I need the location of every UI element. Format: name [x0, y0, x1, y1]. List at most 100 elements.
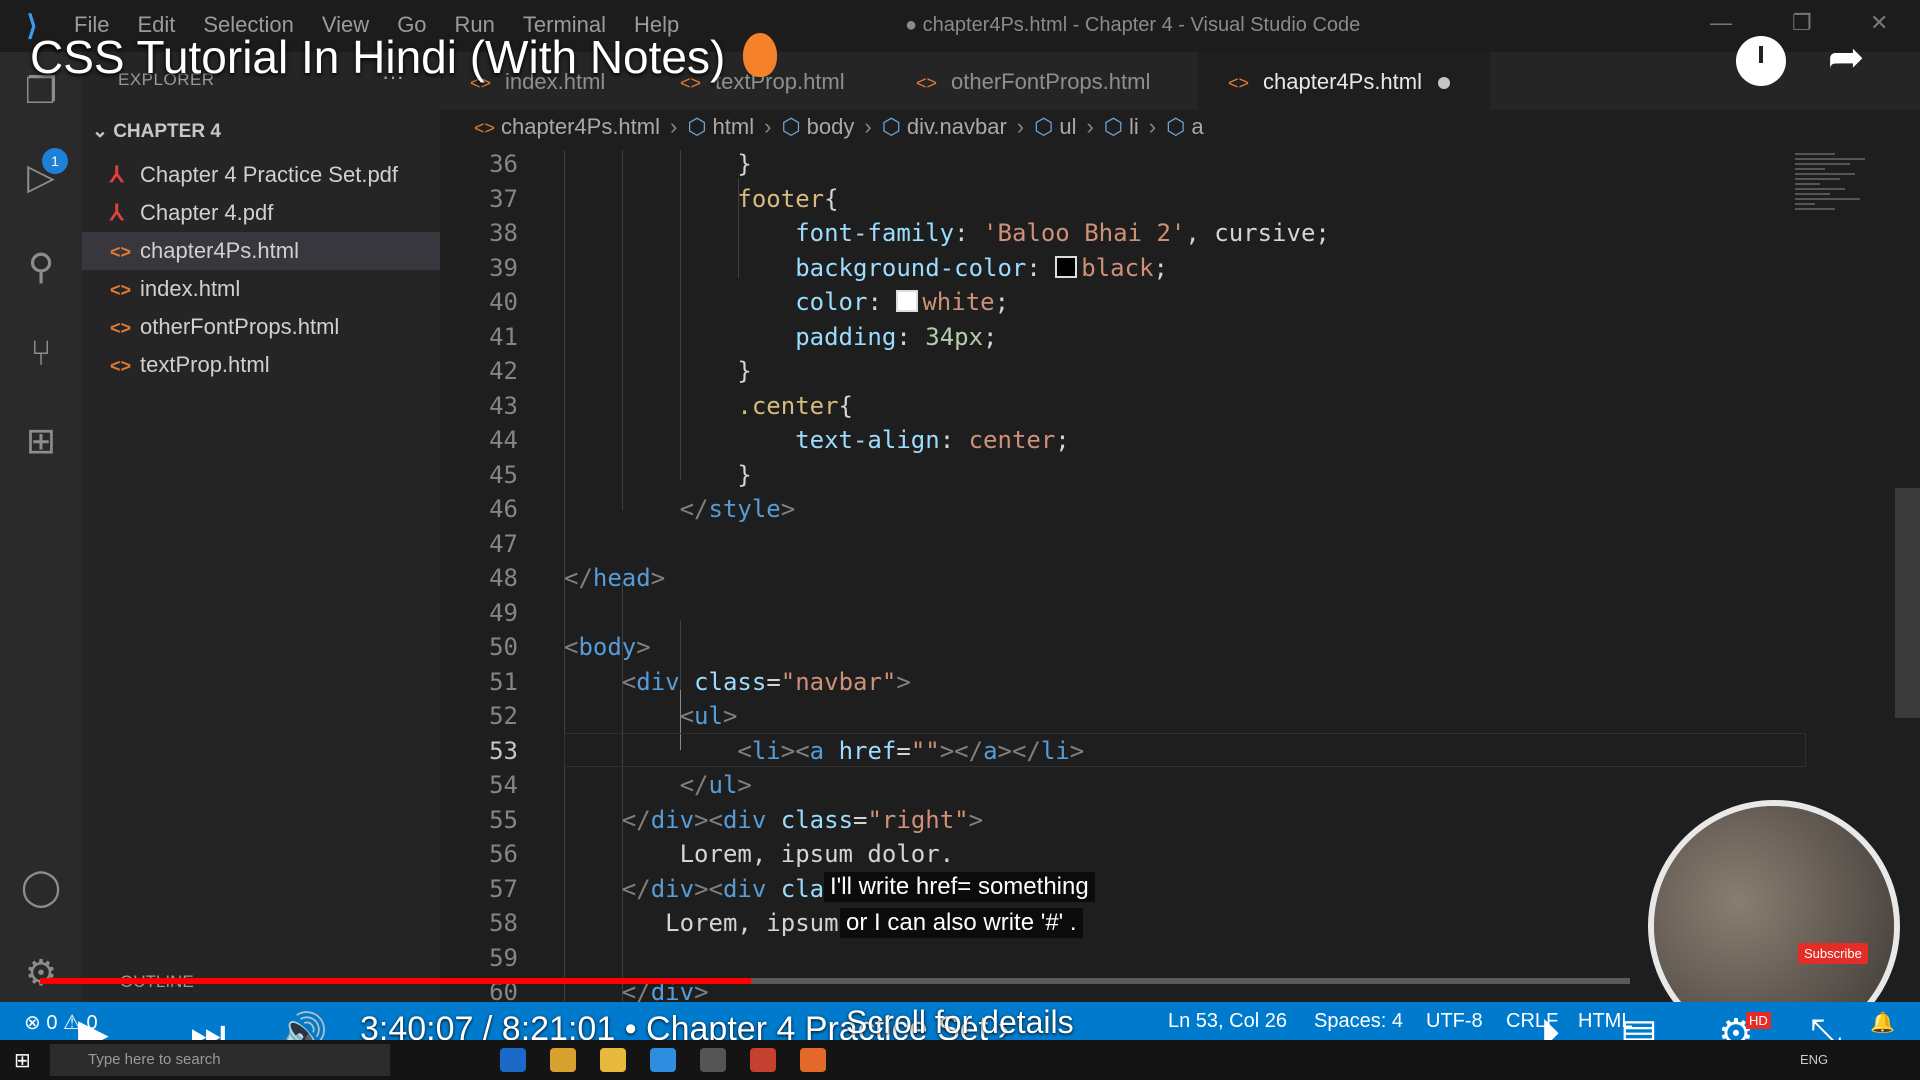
- code-line: <div class="navbar">: [621, 667, 911, 696]
- line-number: 56: [489, 840, 518, 868]
- language-indicator[interactable]: ENG: [1800, 1052, 1828, 1067]
- breadcrumb-item[interactable]: html: [713, 114, 755, 139]
- notifications-bell-icon[interactable]: 🔔: [1870, 1010, 1895, 1035]
- color-swatch-black-icon[interactable]: [1055, 255, 1078, 278]
- line-number: 58: [489, 909, 518, 937]
- minimize-icon[interactable]: —: [1710, 10, 1732, 36]
- share-icon[interactable]: ➦: [1820, 32, 1872, 84]
- file-explorer-icon[interactable]: [600, 1048, 626, 1072]
- taskbar-search[interactable]: Type here to search: [50, 1044, 390, 1076]
- html-icon: <>: [916, 73, 938, 93]
- settings-gear-icon[interactable]: ⚙: [18, 950, 64, 996]
- html-icon: <>: [110, 242, 132, 262]
- chevron-right-icon: ›: [1148, 114, 1157, 139]
- html-icon: <>: [1228, 73, 1250, 93]
- breadcrumb-item[interactable]: a: [1191, 114, 1203, 139]
- line-number: 43: [489, 391, 518, 420]
- line-number: 51: [489, 667, 518, 696]
- folder-label: CHAPTER 4: [113, 121, 221, 142]
- subscribe-badge[interactable]: Subscribe: [1798, 943, 1868, 964]
- line-number: 55: [489, 805, 518, 834]
- watch-later-icon[interactable]: [1736, 36, 1786, 86]
- breadcrumb-item[interactable]: chapter4Ps.html: [501, 114, 660, 139]
- code-line: .center{: [737, 391, 853, 420]
- html-icon: <>: [474, 118, 496, 138]
- breadcrumb-item[interactable]: li: [1129, 114, 1139, 139]
- file-item-active[interactable]: <> chapter4Ps.html: [82, 232, 440, 270]
- code-line: </ul>: [679, 771, 752, 799]
- element-icon: ⬡: [1166, 114, 1186, 139]
- caption-line-1: I'll write href= something: [824, 872, 1095, 902]
- progress-played: [40, 978, 751, 984]
- code-line: font-family: 'Baloo Bhai 2', cursive;: [795, 219, 1330, 247]
- video-title[interactable]: CSS Tutorial In Hindi (With Notes): [30, 30, 778, 84]
- vscode-taskbar-icon[interactable]: [650, 1048, 676, 1072]
- code-line: Lorem, ipsum dolor.: [679, 840, 955, 868]
- line-number: 45: [489, 460, 518, 489]
- tab-chapter4ps-html[interactable]: <> chapter4Ps.html: [1198, 52, 1490, 110]
- edge-icon[interactable]: [500, 1048, 526, 1072]
- unsaved-dot-icon[interactable]: [1438, 77, 1450, 90]
- restore-icon[interactable]: ❐: [1792, 10, 1812, 36]
- app-icon[interactable]: [700, 1048, 726, 1072]
- source-control-icon[interactable]: ⑂: [18, 330, 64, 376]
- windows-taskbar: ⊞ Type here to search ENG: [0, 1040, 1920, 1080]
- line-number: 57: [489, 874, 518, 903]
- close-icon[interactable]: ✕: [1870, 10, 1888, 36]
- code-line: footer{: [737, 184, 839, 213]
- chevron-right-icon: ›: [1016, 114, 1025, 139]
- search-icon[interactable]: ⚲: [18, 244, 64, 290]
- line-number: 54: [489, 771, 518, 799]
- pdf-icon: ⅄: [110, 200, 124, 225]
- line-number: 37: [489, 184, 518, 213]
- run-debug-icon[interactable]: ▷: [18, 154, 64, 200]
- code-line-current: <li><a href=""></a></li>: [737, 736, 1085, 765]
- chevron-right-icon: ›: [1086, 114, 1094, 139]
- account-icon[interactable]: ◯: [18, 864, 64, 910]
- chevron-right-icon: ›: [670, 114, 678, 139]
- code-line: }: [737, 357, 752, 385]
- element-icon: ⬡: [781, 114, 801, 139]
- line-number: 59: [489, 943, 518, 972]
- chevron-right-icon: ›: [764, 114, 772, 139]
- breadcrumb-item[interactable]: body: [807, 114, 855, 139]
- line-number: 49: [489, 598, 518, 627]
- activity-bar: ❐ 1 ▷ ⚲ ⑂ ⊞ ◯ ⚙: [0, 52, 82, 1002]
- line-number: 48: [489, 564, 518, 592]
- encoding-setting[interactable]: UTF-8: [1426, 1010, 1483, 1033]
- editor-scrollbar[interactable]: [1895, 488, 1920, 718]
- code-line: </head>: [564, 564, 666, 592]
- file-item[interactable]: ⅄ Chapter 4 Practice Set.pdf: [82, 156, 440, 194]
- color-swatch-white-icon[interactable]: [896, 290, 919, 312]
- tab-label: otherFontProps.html: [951, 69, 1151, 94]
- file-item[interactable]: ⅄ Chapter 4.pdf: [82, 194, 440, 232]
- cursor-position[interactable]: Ln 53, Col 26: [1168, 1010, 1287, 1033]
- scroll-for-details[interactable]: Scroll for details: [846, 1004, 1074, 1041]
- element-icon: ⬡: [1034, 114, 1054, 139]
- tab-otherfontprops-html[interactable]: <> otherFontProps.html: [886, 52, 1196, 110]
- code-line: }: [737, 460, 752, 489]
- file-item[interactable]: <> otherFontProps.html: [82, 308, 440, 346]
- file-list: ⅄ Chapter 4 Practice Set.pdf ⅄ Chapter 4.p…: [82, 156, 440, 384]
- extensions-icon[interactable]: ⊞: [18, 418, 64, 464]
- code-line: </div><div cla: [621, 874, 825, 903]
- chrome-profile-icon[interactable]: [750, 1048, 776, 1072]
- indentation-setting[interactable]: Spaces: 4: [1314, 1010, 1403, 1033]
- minimap[interactable]: [1795, 150, 1895, 290]
- windows-start-icon[interactable]: ⊞: [14, 1048, 31, 1073]
- chevron-right-icon: ›: [864, 114, 872, 139]
- code-line: <ul>: [679, 702, 738, 730]
- html-icon: <>: [110, 318, 132, 338]
- file-name: otherFontProps.html: [140, 314, 340, 339]
- line-number: 47: [489, 529, 518, 558]
- breadcrumb-item[interactable]: div.navbar: [907, 114, 1007, 139]
- file-item[interactable]: <> index.html: [82, 270, 440, 308]
- file-name: Chapter 4.pdf: [140, 200, 274, 225]
- file-item[interactable]: <> textProp.html: [82, 346, 440, 384]
- breadcrumb-item[interactable]: ul: [1059, 114, 1076, 139]
- file-name: textProp.html: [140, 352, 270, 377]
- window-title: ● chapter4Ps.html - Chapter 4 - Visual S…: [905, 14, 1361, 36]
- folder-chapter-4[interactable]: ⌄ CHAPTER 4: [92, 120, 221, 143]
- chrome-icon[interactable]: [550, 1048, 576, 1072]
- firefox-icon[interactable]: [800, 1048, 826, 1072]
